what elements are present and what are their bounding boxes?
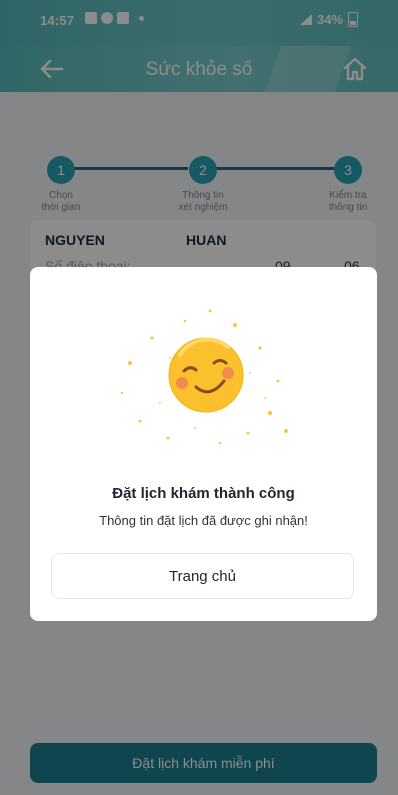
smiley-icon (120, 309, 288, 445)
success-dialog: Đặt lịch khám thành công Thông tin đặt l… (30, 267, 377, 621)
dialog-message: Thông tin đặt lịch đã được ghi nhận! (99, 513, 308, 528)
dialog-title: Đặt lịch khám thành công (112, 485, 295, 502)
go-home-button[interactable]: Trang chủ (51, 553, 354, 599)
